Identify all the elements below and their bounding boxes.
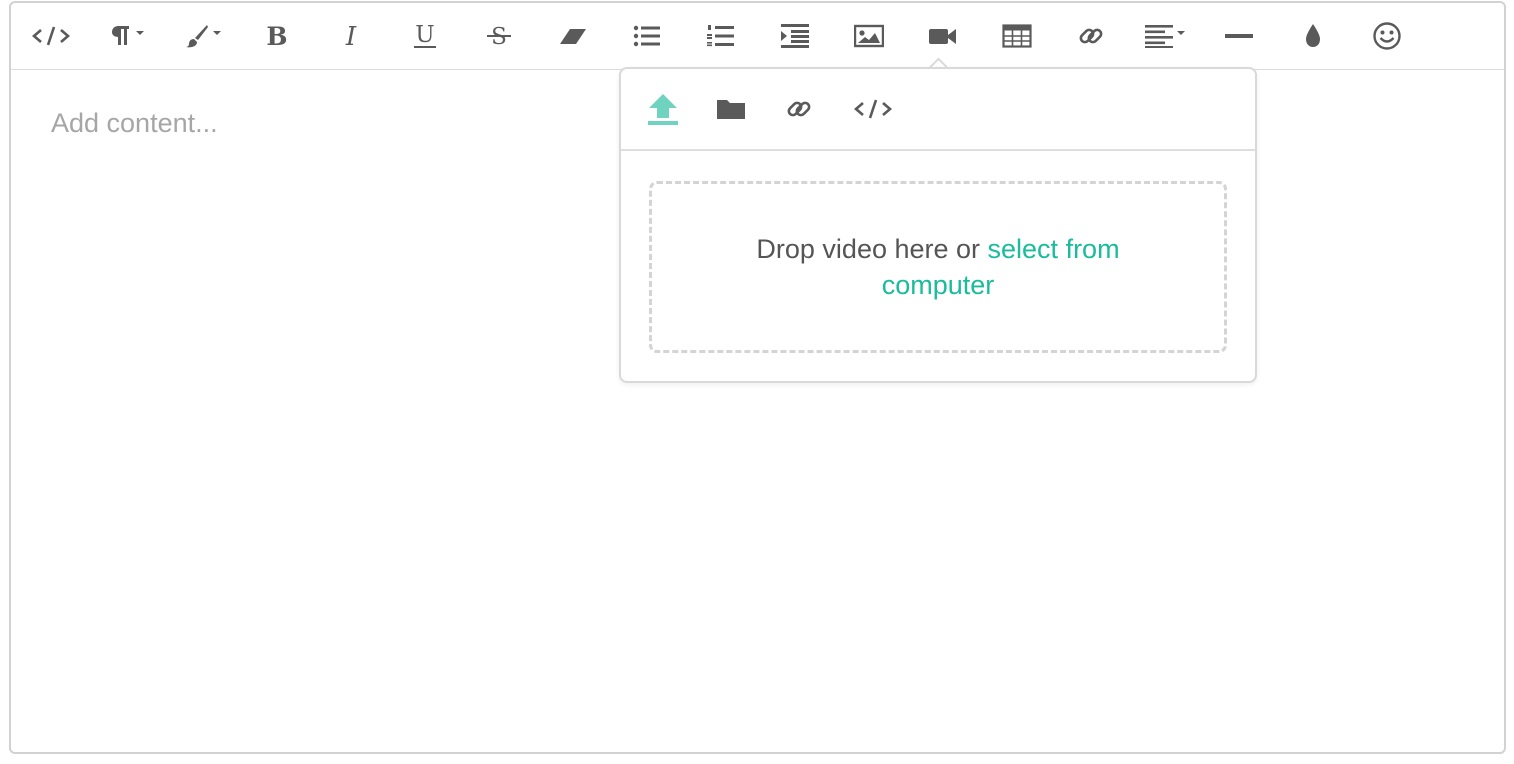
insert-image-button[interactable] [837, 13, 901, 59]
code-icon [854, 99, 892, 119]
indent-icon [781, 24, 809, 48]
italic-button[interactable]: I [319, 13, 383, 59]
clear-formatting-button[interactable] [541, 13, 605, 59]
strikethrough-icon: S [487, 24, 511, 50]
strikethrough-button[interactable]: S [467, 13, 531, 59]
code-icon [32, 26, 70, 46]
paintbrush-icon [186, 25, 208, 48]
horizontal-line-button[interactable] [1207, 13, 1271, 59]
code-view-button[interactable] [19, 13, 83, 59]
underline-icon: U [414, 22, 436, 48]
folder-icon [717, 100, 745, 119]
embed-tab[interactable] [843, 83, 903, 135]
bold-button[interactable]: B [245, 13, 309, 59]
bullet-list-icon [633, 25, 660, 47]
chevron-down-icon [1177, 31, 1185, 35]
editor-toolbar: B I U S [11, 3, 1504, 70]
video-icon [929, 29, 956, 44]
paragraph-style-button[interactable] [171, 13, 235, 59]
horizontal-line-icon [1225, 34, 1253, 38]
upload-tab[interactable] [633, 83, 693, 135]
align-button[interactable] [1133, 13, 1197, 59]
bold-icon: B [266, 23, 287, 49]
insert-video-popup: Drop video here or select from computer [619, 67, 1257, 383]
link-icon [787, 101, 811, 117]
drop-prompt: Drop video here or [756, 234, 988, 264]
emoticons-button[interactable] [1355, 13, 1419, 59]
eraser-icon [560, 29, 586, 44]
browse-tab[interactable] [701, 83, 761, 135]
video-popup-tabs [621, 69, 1255, 151]
by-url-tab[interactable] [769, 83, 829, 135]
paragraph-format-button[interactable] [95, 13, 159, 59]
table-icon [1002, 24, 1032, 48]
chevron-down-icon [136, 31, 144, 35]
color-button[interactable] [1281, 13, 1345, 59]
editor-placeholder: Add content... [51, 108, 218, 138]
svg-text:B: B [266, 23, 287, 49]
svg-text:U: U [415, 22, 434, 48]
insert-table-button[interactable] [985, 13, 1049, 59]
insert-link-button[interactable] [1059, 13, 1123, 59]
droplet-icon [1306, 24, 1320, 47]
upload-icon [648, 94, 678, 125]
numbered-list-icon [707, 25, 734, 47]
ordered-list-button[interactable] [689, 13, 753, 59]
image-icon [854, 24, 884, 48]
align-left-icon [1145, 25, 1173, 48]
italic-icon: I [345, 23, 357, 49]
indent-button[interactable] [763, 13, 827, 59]
insert-video-button[interactable] [911, 13, 975, 59]
chevron-down-icon [213, 31, 221, 35]
dropzone-text: Drop video here or select from computer [728, 231, 1148, 303]
paragraph-icon [112, 26, 129, 45]
link-icon [1079, 28, 1103, 44]
underline-button[interactable]: U [393, 13, 457, 59]
svg-text:I: I [345, 23, 357, 49]
video-dropzone[interactable]: Drop video here or select from computer [649, 181, 1227, 353]
smiley-icon [1373, 22, 1401, 50]
unordered-list-button[interactable] [615, 13, 679, 59]
